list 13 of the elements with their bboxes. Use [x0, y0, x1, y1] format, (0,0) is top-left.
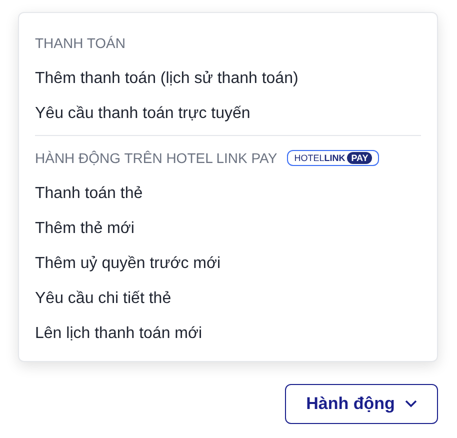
brand-tag: PAY [347, 152, 372, 164]
section-heading: HÀNH ĐỘNG TRÊN HOTEL LINK PAY [35, 148, 278, 168]
chevron-down-icon [404, 400, 417, 408]
menu-item[interactable]: Thêm uỷ quyền trước mới [35, 246, 421, 281]
menu-item[interactable]: Yêu cầu chi tiết thẻ [35, 281, 421, 316]
section-heading: THANH TOÁN [35, 34, 126, 52]
menu-item[interactable]: Yêu cầu thanh toán trực tuyến [35, 96, 421, 131]
menu-item[interactable]: Thêm thanh toán (lịch sử thanh toán) [35, 61, 421, 96]
brand-name: HOTELLINK [294, 154, 346, 162]
menu-item[interactable]: Thanh toán thẻ [35, 176, 421, 211]
menu-item[interactable]: Lên lịch thanh toán mới [35, 316, 421, 351]
actions-button[interactable]: Hành động [285, 384, 438, 424]
menu-item[interactable]: Thêm thẻ mới [35, 211, 421, 246]
